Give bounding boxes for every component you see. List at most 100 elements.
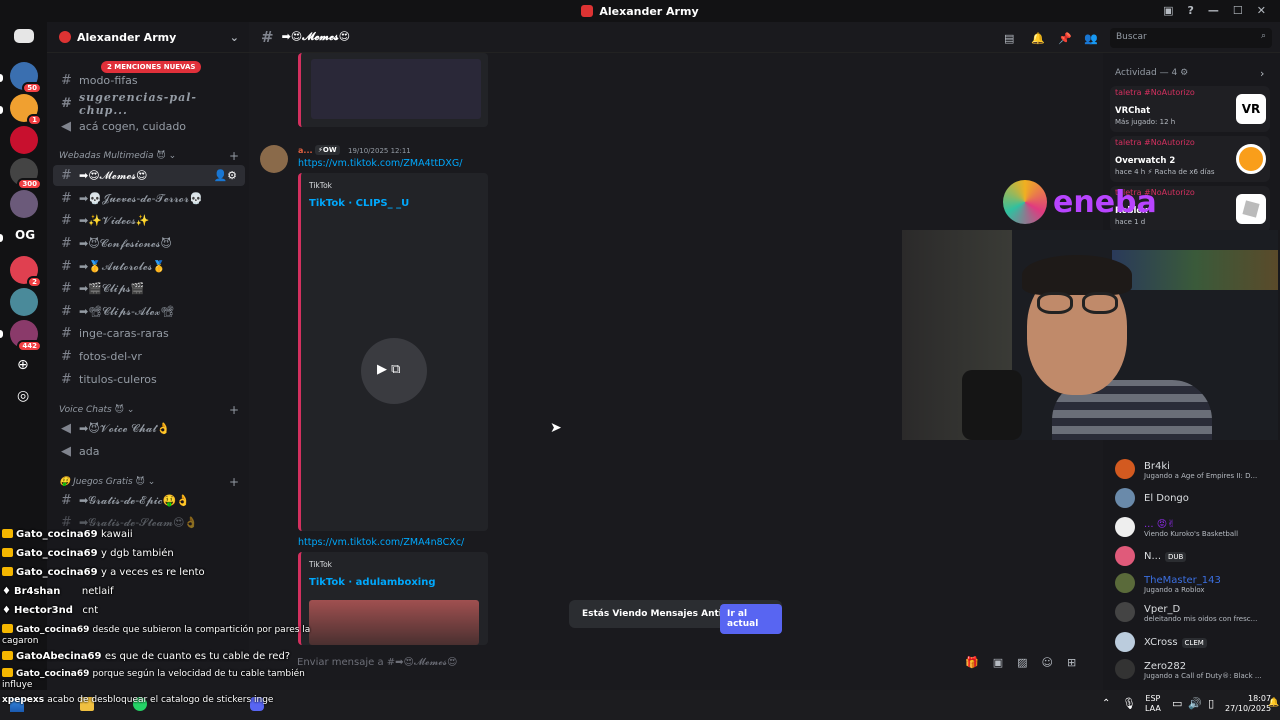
member-item[interactable]: Br4ki Jugando a Age of Empires II: D...: [1115, 459, 1275, 483]
server-icon-1[interactable]: 50: [10, 62, 42, 94]
gif-icon[interactable]: ▣: [993, 656, 1017, 669]
activity-card[interactable]: taletra #NoAutorizo VRChat Más jugado: 1…: [1110, 86, 1270, 132]
chat-badge-icon: [2, 548, 13, 557]
add-channel-icon[interactable]: +: [229, 403, 239, 417]
hash-icon: #: [61, 213, 72, 228]
sticker-icon[interactable]: ▨: [1017, 656, 1041, 669]
vrchat-logo-icon: VR: [1236, 94, 1266, 124]
emoji-icon[interactable]: ☺: [1042, 656, 1067, 669]
add-channel-icon[interactable]: +: [229, 149, 239, 163]
pin-icon[interactable]: 📌: [1058, 32, 1072, 45]
settings-icon[interactable]: 👤⚙: [213, 169, 237, 182]
channel-videos[interactable]: # ➡✨𝓥𝓲𝓭𝓮𝓸𝓼✨: [53, 210, 245, 231]
member-item[interactable]: TheMaster_143 Jugando a Roblox: [1115, 573, 1275, 597]
channel-memes[interactable]: # ➡😍𝓜𝓮𝓶𝓮𝓼😍 👤⚙: [53, 165, 245, 186]
chevron-up-icon[interactable]: ⌃: [1102, 698, 1110, 709]
activity-game: Overwatch 2: [1115, 156, 1176, 166]
play-icon[interactable]: ▶ ⧉: [377, 362, 400, 377]
threads-icon[interactable]: ▤: [1004, 32, 1014, 45]
member-item[interactable]: ... 😡✌ Viendo Kuroko's Basketball: [1115, 517, 1275, 541]
channel-label: inge-caras-raras: [79, 327, 169, 340]
chevron-right-icon[interactable]: ›: [1260, 67, 1264, 80]
channel-voice-chat[interactable]: ◀ ➡😈𝓥𝓸𝓲𝓬𝓮 𝓒𝓱𝓪𝓽👌: [53, 418, 245, 439]
battery-icon[interactable]: ▯: [1208, 697, 1220, 710]
notification-bell-icon[interactable]: 🔔: [1268, 698, 1279, 708]
avatar: [1115, 632, 1135, 652]
minimize-icon[interactable]: —: [1208, 4, 1219, 17]
channel-clips-alex[interactable]: # ➡📽𝓒𝓵𝓲𝓹𝓼-𝓐𝓵𝓮𝔁📽: [53, 301, 245, 322]
chevron-down-icon[interactable]: ⌄: [230, 31, 239, 44]
bell-icon[interactable]: 🔔: [1031, 32, 1045, 45]
inbox-icon[interactable]: ▣: [1163, 4, 1173, 17]
tray-icons[interactable]: ▭🔊▯: [1172, 697, 1220, 710]
search-input[interactable]: Buscar ⌕: [1110, 28, 1272, 48]
help-icon[interactable]: ?: [1188, 4, 1194, 17]
discord-home-icon[interactable]: [14, 29, 34, 43]
maximize-icon[interactable]: ☐: [1233, 4, 1243, 17]
volume-icon[interactable]: 🔊: [1188, 697, 1208, 710]
clock[interactable]: 18:07 27/10/2025: [1225, 694, 1271, 714]
embed-title[interactable]: TikTok · adulamboxing: [309, 577, 435, 588]
member-item[interactable]: N... DUB: [1115, 546, 1275, 570]
member-item[interactable]: Zero282 Jugando a Call of Duty®: Black ..…: [1115, 659, 1275, 683]
server-badge: 1: [27, 114, 42, 126]
microphone-icon[interactable]: 🎙: [1122, 697, 1136, 710]
channel-label: ➡𝓖𝓻𝓪𝓽𝓲𝓼-𝓭𝓮-𝓢𝓽𝓮𝓪𝓶😍👌: [79, 515, 199, 529]
avatar: [1115, 488, 1135, 508]
channel-modo-fifas[interactable]: # modo-fifas: [53, 70, 245, 91]
discover-icon[interactable]: ◎: [17, 388, 29, 404]
server-icon-2[interactable]: 1: [10, 94, 42, 126]
apps-icon[interactable]: ⊞: [1067, 656, 1090, 669]
channel-label: ➡😈𝓒𝓸𝓷𝓯𝓮𝓼𝓲𝓸𝓷𝓮𝓼😈: [79, 236, 172, 250]
activity-user: taletra #NoAutorizo: [1115, 138, 1195, 147]
channel-titulos-culeros[interactable]: # titulos-culeros: [53, 369, 245, 390]
close-icon[interactable]: ✕: [1257, 4, 1266, 17]
server-icon-7[interactable]: [10, 288, 38, 316]
hash-icon: #: [61, 493, 72, 508]
chat-user: Gato_cocina69: [16, 625, 90, 635]
channel-confesiones[interactable]: # ➡😈𝓒𝓸𝓷𝓯𝓮𝓼𝓲𝓸𝓷𝓮𝓼😈: [53, 233, 245, 254]
add-server-icon[interactable]: ⊕: [17, 357, 29, 373]
channel-gratis-epic[interactable]: # ➡𝓖𝓻𝓪𝓽𝓲𝓼-𝓭𝓮-𝓔𝓹𝓲𝓬🤑👌: [53, 490, 245, 511]
channel-clips[interactable]: # ➡🎬𝓒𝓵𝓲𝓹𝓼🎬: [53, 278, 245, 299]
server-icon-4[interactable]: 300: [10, 158, 42, 190]
embed-thumbnail[interactable]: [311, 59, 481, 119]
channel-ada[interactable]: ◀ ada: [53, 441, 245, 462]
server-header[interactable]: Alexander Army ⌄: [47, 22, 249, 53]
shelf-figures: [1112, 250, 1278, 290]
server-og[interactable]: OG: [15, 228, 35, 242]
channel-autoroles[interactable]: # ➡🥇𝓐𝓾𝓽𝓸𝓻𝓸𝓵𝓮𝓼🥇: [53, 256, 245, 277]
members-icon[interactable]: 👥: [1084, 32, 1098, 45]
server-icon-3[interactable]: [10, 126, 38, 154]
server-icon-6[interactable]: 2: [10, 256, 42, 288]
server-icon-8[interactable]: 442: [10, 320, 42, 352]
language-indicator[interactable]: ESP LAA: [1145, 694, 1161, 714]
channel-inge-caras-raras[interactable]: # inge-caras-raras: [53, 323, 245, 344]
member-item[interactable]: Vper_D deleitando mis oidos con fresc...: [1115, 602, 1275, 626]
channel-jueves[interactable]: # ➡💀𝓙𝓾𝓮𝓿𝓮𝓼-𝓭𝓮-𝓣𝓮𝓻𝓻𝓸𝓻💀: [53, 188, 245, 209]
gift-icon[interactable]: 🎁: [965, 656, 993, 669]
category-juegos-gratis[interactable]: 🤑 Juegos Gratis 😈 ⌄ +: [59, 475, 239, 489]
embed-title[interactable]: TikTok · CLIPS_ _U: [309, 198, 409, 209]
jump-to-present-button[interactable]: Ir al actual: [720, 604, 782, 634]
message-author[interactable]: a...: [298, 146, 313, 155]
channel-fotos-del-vr[interactable]: # fotos-del-vr: [53, 346, 245, 367]
activity-header[interactable]: Actividad — 4 ⚙: [1115, 68, 1188, 78]
channel-aca-cogen[interactable]: ◀ acá cogen, cuidado: [53, 116, 245, 137]
network-icon[interactable]: ▭: [1172, 697, 1188, 710]
channel-label: sugerencias-pal-chup...: [78, 90, 197, 117]
add-channel-icon[interactable]: +: [229, 475, 239, 489]
member-item[interactable]: El Dongo: [1115, 488, 1275, 512]
message-link[interactable]: https://vm.tiktok.com/ZMA4ttDXG/: [298, 158, 462, 169]
category-label: Voice Chats: [59, 405, 112, 415]
category-voice-chats[interactable]: Voice Chats 😈 ⌄ +: [59, 403, 239, 417]
embed-thumbnail[interactable]: [309, 600, 479, 645]
channel-sugerencias[interactable]: # sugerencias-pal-chup...: [53, 90, 245, 117]
message-link[interactable]: https://vm.tiktok.com/ZMA4n8CXc/: [298, 537, 464, 548]
server-icon-5[interactable]: [10, 190, 38, 218]
channel-label: ➡😍𝓜𝓮𝓶𝓮𝓼😍: [79, 168, 148, 182]
avatar[interactable]: [260, 145, 288, 173]
activity-card[interactable]: taletra #NoAutorizo Overwatch 2 hace 4 h…: [1110, 136, 1270, 182]
category-webadas[interactable]: Webadas Multimedia 😈 ⌄ +: [59, 149, 239, 163]
member-item[interactable]: XCross CLEM: [1115, 632, 1275, 656]
